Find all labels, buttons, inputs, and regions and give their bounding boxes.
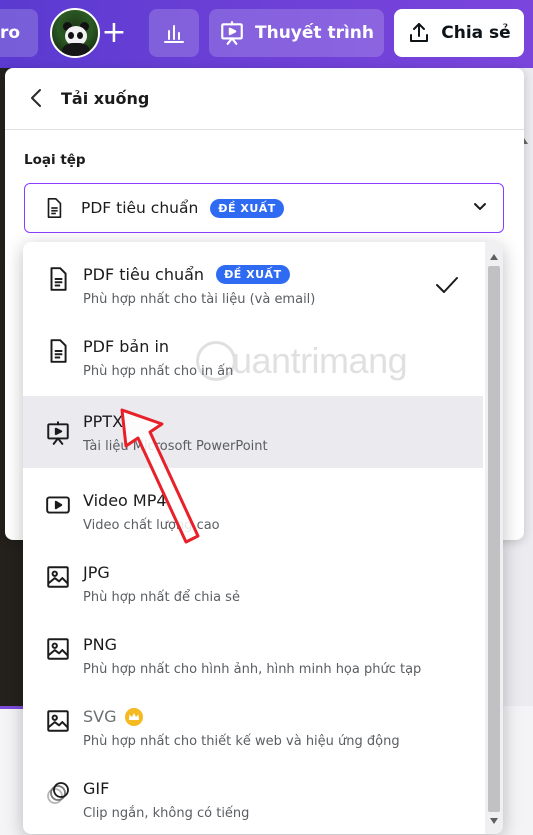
present-label: Thuyết trình bbox=[255, 23, 374, 43]
chevron-left-icon bbox=[31, 89, 41, 107]
option-name: JPG bbox=[83, 563, 110, 582]
option-name: PDF tiêu chuẩn bbox=[83, 265, 205, 284]
image-icon bbox=[47, 638, 69, 660]
presentation-icon bbox=[47, 421, 69, 445]
document-icon bbox=[47, 198, 62, 218]
video-icon bbox=[46, 496, 70, 514]
option-video-mp4[interactable]: Video MP4 Video chất lượng cao bbox=[23, 468, 483, 540]
crown-icon bbox=[124, 707, 143, 726]
scroll-up-arrow-icon[interactable] bbox=[490, 254, 498, 260]
selected-file-type: PDF tiêu chuẩn bbox=[81, 199, 199, 217]
image-icon bbox=[47, 566, 69, 588]
checkmark-icon bbox=[436, 277, 458, 293]
option-name: PNG bbox=[83, 635, 118, 654]
file-type-label: Loại tệp bbox=[24, 152, 86, 168]
option-pptx[interactable]: PPTX Tài liệu Microsoft PowerPoint bbox=[23, 396, 483, 468]
bar-chart-icon bbox=[164, 25, 184, 43]
option-pdf-standard[interactable]: PDF tiêu chuẩn ĐỀ XUẤT Phù hợp nhất cho t… bbox=[23, 242, 483, 314]
chevron-down-icon bbox=[474, 203, 486, 210]
option-description: Video chất lượng cao bbox=[83, 518, 220, 533]
option-description: Phù hợp nhất cho tài liệu (và email) bbox=[83, 292, 316, 307]
option-description: Phù hợp nhất cho in ấn bbox=[83, 364, 234, 379]
option-name: SVG bbox=[83, 707, 117, 726]
gif-icon bbox=[47, 782, 69, 804]
avatar[interactable] bbox=[50, 8, 100, 58]
insights-button[interactable] bbox=[149, 9, 199, 57]
scroll-down-arrow-icon[interactable] bbox=[490, 818, 498, 824]
option-gif[interactable]: GIF Clip ngắn, không có tiếng bbox=[23, 756, 483, 828]
avatar-eye bbox=[68, 32, 74, 39]
option-description: Phù hợp nhất cho thiết kế web và hiệu ứn… bbox=[83, 734, 400, 749]
presentation-icon bbox=[221, 21, 243, 45]
avatar-body bbox=[62, 43, 90, 56]
file-type-select[interactable]: PDF tiêu chuẩn ĐỀ XUẤT bbox=[24, 183, 504, 233]
recommended-badge: ĐỀ XUẤT bbox=[210, 198, 284, 218]
option-name: PPTX bbox=[83, 412, 124, 431]
share-button[interactable]: Chia sẻ bbox=[394, 9, 524, 57]
option-svg[interactable]: SVG Phù hợp nhất cho thiết kế web và hiệ… bbox=[23, 684, 483, 756]
option-description: Phù hợp nhất cho hình ảnh, hình minh họa… bbox=[83, 662, 422, 677]
image-icon bbox=[47, 710, 69, 732]
top-toolbar: ro + Thuyết trình Chia sẻ bbox=[0, 0, 533, 68]
recommended-badge: ĐỀ XUẤT bbox=[216, 265, 290, 284]
option-name: GIF bbox=[83, 779, 110, 798]
option-jpg[interactable]: JPG Phù hợp nhất để chia sẻ bbox=[23, 540, 483, 612]
divider bbox=[5, 129, 524, 130]
option-name: PDF bản in bbox=[83, 337, 170, 356]
add-user-button[interactable]: + bbox=[100, 16, 128, 50]
share-label: Chia sẻ bbox=[441, 23, 511, 43]
option-pdf-print[interactable]: PDF bản in Phù hợp nhất cho in ấn bbox=[23, 314, 483, 386]
scroll-thumb[interactable] bbox=[488, 266, 500, 812]
avatar-eye bbox=[77, 32, 83, 39]
panel-title: Tải xuống bbox=[61, 88, 150, 108]
option-description: Clip ngắn, không có tiếng bbox=[83, 806, 250, 821]
option-description: Phù hợp nhất để chia sẻ bbox=[83, 590, 240, 605]
upload-icon bbox=[410, 23, 429, 42]
pro-label: ro bbox=[0, 23, 21, 43]
document-icon bbox=[50, 339, 67, 363]
file-type-dropdown: PDF tiêu chuẩn ĐỀ XUẤT Phù hợp nhất cho t… bbox=[23, 242, 503, 834]
option-png[interactable]: PNG Phù hợp nhất cho hình ảnh, hình minh… bbox=[23, 612, 483, 684]
pro-button[interactable]: ro bbox=[0, 9, 38, 57]
back-button[interactable]: Tải xuống bbox=[27, 86, 149, 110]
present-button[interactable]: Thuyết trình bbox=[209, 9, 384, 57]
document-icon bbox=[50, 267, 67, 291]
option-name: Video MP4 bbox=[83, 491, 167, 510]
dropdown-scrollbar[interactable] bbox=[485, 242, 503, 834]
option-description: Tài liệu Microsoft PowerPoint bbox=[83, 439, 268, 454]
